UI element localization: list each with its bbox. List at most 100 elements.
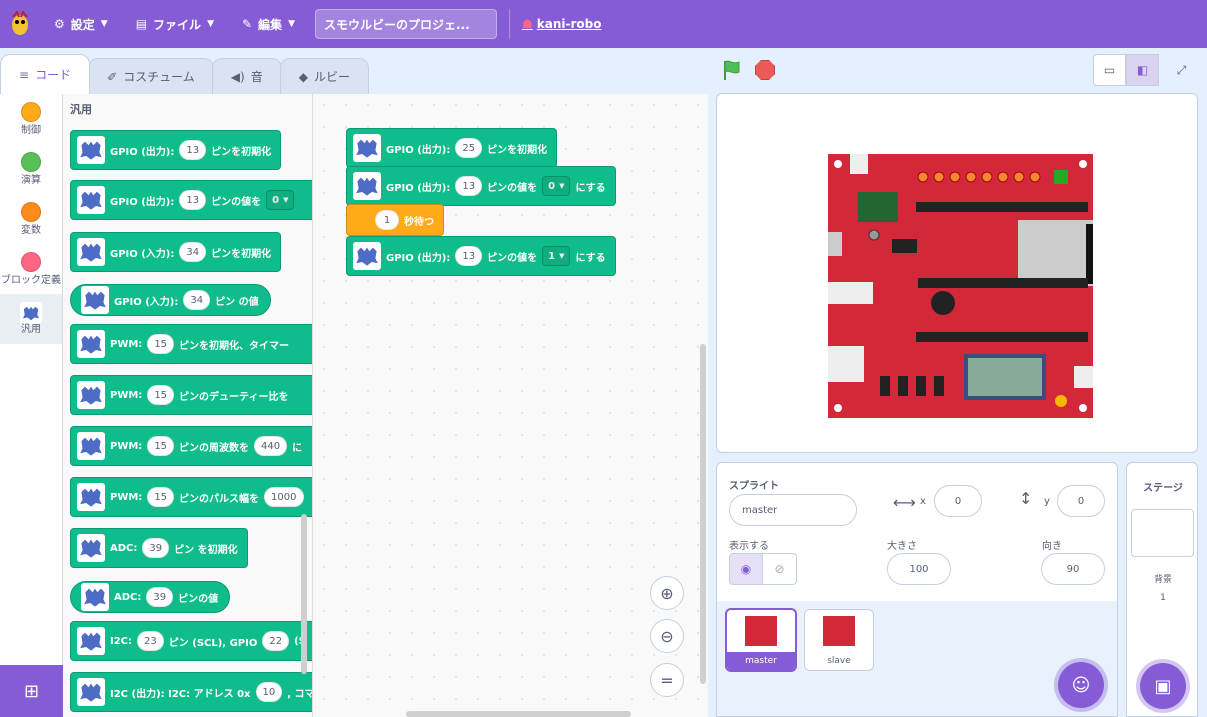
block-input[interactable]: 1000 [264,487,304,507]
block-dropdown[interactable]: 0 ▼ [266,190,295,210]
stage-canvas[interactable] [716,93,1198,453]
block-input[interactable]: 15 [147,487,175,507]
block-input[interactable]: 13 [455,176,483,196]
block-input[interactable]: 15 [147,436,175,456]
script-block[interactable]: GPIO (出力): 13 ピンの値を 1 ▼ にする [346,236,616,276]
sprite-list: master slave ☺ [716,601,1118,717]
green-flag-button[interactable] [720,58,744,82]
zoom-out-button[interactable]: ⊖ [650,619,684,653]
wait-block[interactable]: 1 秒待つ [346,204,444,236]
stage-thumbnail[interactable] [1131,509,1194,557]
block-input[interactable]: 1 [375,210,399,230]
block-input[interactable]: 39 [142,538,170,558]
block-dropdown[interactable]: 0 ▼ [542,176,571,196]
palette-reporter-block[interactable]: ADC: 39 ピンの値 [70,581,231,613]
category-dot-icon [21,101,41,122]
category-control[interactable]: 制御 [0,94,62,144]
block-input[interactable]: 22 [262,631,290,651]
script-block[interactable]: GPIO (出力): 25 ピンを初期化 [346,128,558,168]
block-input[interactable]: 13 [455,246,483,266]
palette-scrollbar[interactable] [301,514,307,674]
menu-divider [508,9,510,39]
palette-block[interactable]: PWM: 15 ピンの周波数を 440 に [70,426,312,466]
palette-block[interactable]: I2C: 23 ピン (SCL), GPIO 22 (S [70,621,312,661]
direction-input[interactable]: 90 [1041,553,1105,585]
visibility-toggle: ◉ ⊘ [729,553,797,585]
block-input[interactable]: 25 [455,138,483,158]
category-operators[interactable]: 演算 [0,144,62,194]
user-account-link[interactable]: ☗ kani-robo [522,17,601,31]
tab-ruby[interactable]: ◆ ルビー [279,58,369,94]
edit-menu[interactable]: ✎ 編集 ▼ [228,0,309,48]
file-menu[interactable]: ▤ ファイル ▼ [122,0,228,48]
palette-block[interactable]: I2C (出力): I2C: アドレス 0x 10 , コマ [70,672,312,712]
sprite-name-input[interactable]: master [729,494,857,526]
crab-icon [353,172,381,200]
size-input[interactable]: 100 [887,553,951,585]
block-input[interactable]: 10 [255,682,283,702]
stop-button[interactable] [755,60,775,80]
workspace-scrollbar-horizontal[interactable] [406,711,631,717]
block-input[interactable]: 34 [179,242,207,262]
crab-icon [77,627,105,655]
zoom-in-button[interactable]: ⊕ [650,576,684,610]
chevron-down-icon: ▼ [288,19,295,29]
block-text: ピン を初期化 [174,544,238,556]
show-sprite-button[interactable]: ◉ [729,553,763,585]
palette-block[interactable]: PWM: 15 ピンを初期化、タイマー [70,324,312,364]
block-input[interactable]: 34 [183,290,211,310]
palette-reporter-block[interactable]: GPIO (入力): 34 ピン の値 [70,284,271,316]
hide-sprite-button[interactable]: ⊘ [763,553,797,585]
tab-code[interactable]: ≡ コード [0,54,91,94]
category-label: 演算 [21,174,41,186]
crab-icon [77,381,105,409]
script-workspace[interactable]: GPIO (出力): 25 ピンを初期化 GPIO (出力): 13 ピンの値を… [313,94,708,717]
small-stage-button[interactable]: ▭ [1093,54,1126,86]
block-text: GPIO (入力): [114,296,179,308]
category-general[interactable]: 汎用 [0,294,62,344]
palette-block[interactable]: GPIO (出力): 13 ピンの値を 0 ▼ [70,180,312,220]
zoom-reset-button[interactable]: = [650,663,684,697]
tab-costumes[interactable]: ✐ コスチューム [88,58,214,94]
block-input[interactable]: 15 [147,385,175,405]
block-input[interactable]: 13 [179,140,207,160]
settings-menu[interactable]: ⚙ 設定 ▼ [40,0,122,48]
category-my-blocks[interactable]: ブロック定義 [0,244,62,294]
block-input[interactable]: 39 [146,587,174,607]
y-input[interactable]: 0 [1057,485,1105,517]
block-text: ピンの値 [178,593,219,605]
block-text: ピンの値を [487,252,538,264]
robot-icon: ☗ [521,17,533,31]
gear-icon: ⚙ [54,17,65,31]
add-extension-button[interactable]: ⊞ [0,665,63,717]
x-input[interactable]: 0 [934,485,982,517]
block-input[interactable]: 13 [179,190,207,210]
block-text: PWM: [110,491,143,503]
sprite-thumbnail-label: slave [827,656,851,666]
project-title-input[interactable]: スモウルビーのプロジェ... [314,9,497,39]
block-dropdown[interactable]: 1 ▼ [542,246,571,266]
script-block[interactable]: GPIO (出力): 13 ピンの値を 0 ▼ にする [346,166,616,206]
block-input[interactable]: 15 [147,334,175,354]
stage-target-panel[interactable]: ステージ 背景 1 ▣ [1126,462,1198,717]
palette-block[interactable]: GPIO (出力): 13 ピンを初期化 [70,130,282,170]
category-variables[interactable]: 変数 [0,194,62,244]
sprite-thumbnail-master[interactable]: master [725,608,797,672]
app-logo[interactable] [0,0,40,48]
block-input[interactable]: 440 [254,436,288,456]
block-input[interactable]: 23 [137,631,164,651]
palette-block[interactable]: GPIO (入力): 34 ピンを初期化 [70,232,282,272]
add-sprite-button[interactable]: ☺ [1058,662,1104,708]
palette-block[interactable]: PWM: 15 ピンのパルス幅を 1000 [70,477,312,517]
sprite-thumbnail-slave[interactable]: slave [804,609,874,671]
large-stage-button[interactable]: ◧ [1126,54,1159,86]
palette-block[interactable]: PWM: 15 ピンのデューティー比を [70,375,312,415]
tab-sounds[interactable]: ◀) 音 [211,58,282,94]
add-backdrop-button[interactable]: ▣ [1140,663,1186,709]
palette-block[interactable]: ADC: 39 ピン を初期化 [70,528,248,568]
fullscreen-button[interactable]: ⤢ [1165,54,1198,86]
block-text: ピンのパルス幅を [179,493,260,505]
crab-icon [77,432,105,460]
workspace-scrollbar-vertical[interactable] [700,344,706,684]
block-text: GPIO (出力): [110,196,175,208]
